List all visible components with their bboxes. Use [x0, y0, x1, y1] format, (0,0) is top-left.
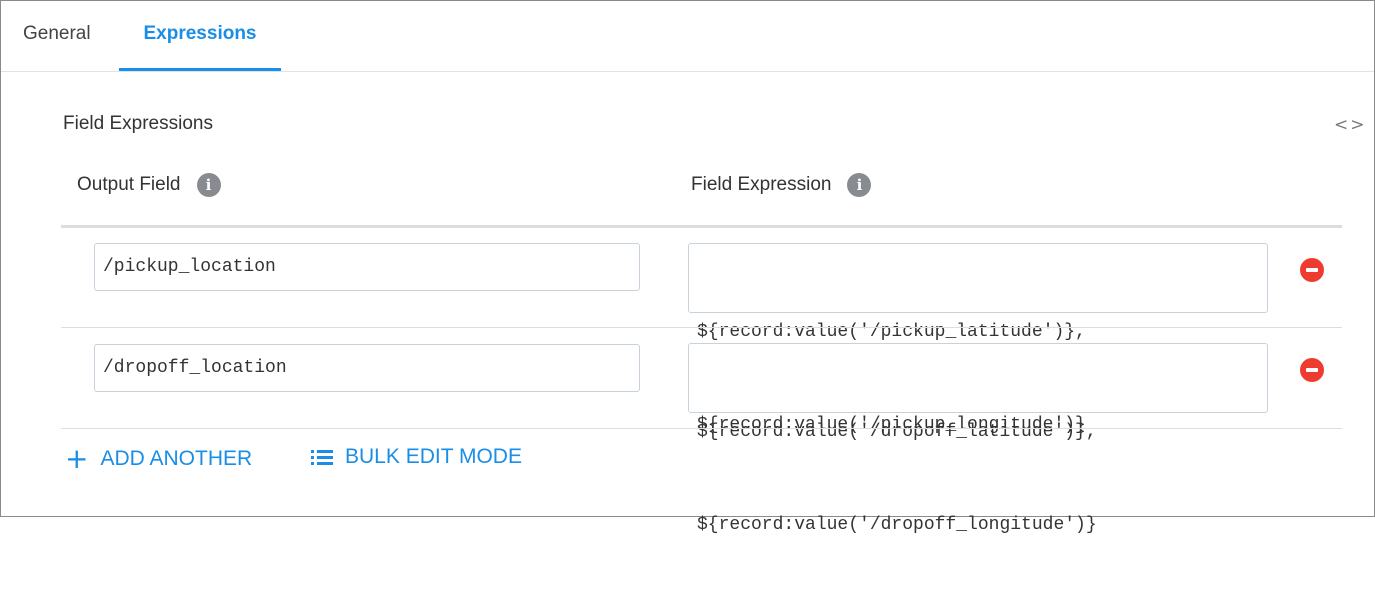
info-icon[interactable]: i: [847, 173, 872, 197]
column-header-field-expression: Field Expression i: [691, 173, 872, 197]
add-another-label: ADD ANOTHER: [100, 447, 253, 470]
expressions-panel: General Expressions Field Expressions <>…: [0, 0, 1375, 535]
tab-general[interactable]: General: [23, 1, 91, 71]
column-header-label: Field Expression: [691, 174, 832, 195]
bulk-edit-mode-button[interactable]: BULK EDIT MODE: [311, 445, 522, 469]
add-another-button[interactable]: + ADD ANOTHER: [65, 445, 252, 473]
tab-expressions[interactable]: Expressions: [119, 1, 281, 71]
tab-bar: General Expressions: [1, 1, 1374, 72]
info-icon[interactable]: i: [196, 173, 221, 197]
code-view-icon[interactable]: <>: [1334, 115, 1367, 135]
row-divider: [61, 428, 1342, 429]
column-header-label: Output Field: [77, 174, 181, 195]
field-expression-input[interactable]: ${record:value('/pickup_latitude')}, ${r…: [688, 243, 1268, 435]
expression-line: ${record:value('/dropoff_longitude')}: [697, 515, 1097, 535]
row-divider: [61, 327, 1342, 328]
plus-icon: +: [65, 442, 89, 475]
bulk-edit-mode-label: BULK EDIT MODE: [345, 445, 522, 468]
output-field-input[interactable]: /dropoff_location: [94, 344, 640, 392]
field-expression-input[interactable]: ${record:value('/dropoff_latitude')}, ${…: [688, 343, 1268, 535]
column-header-output-field: Output Field i: [77, 173, 221, 197]
output-field-input[interactable]: /pickup_location: [94, 243, 640, 291]
list-icon: [311, 449, 333, 465]
expression-line: ${record:value('/dropoff_latitude')},: [697, 422, 1097, 442]
remove-row-icon[interactable]: [1300, 258, 1324, 282]
header-divider: [61, 225, 1342, 228]
remove-row-icon[interactable]: [1300, 358, 1324, 382]
active-tab-indicator: [119, 68, 281, 71]
section-title: Field Expressions: [63, 113, 213, 134]
